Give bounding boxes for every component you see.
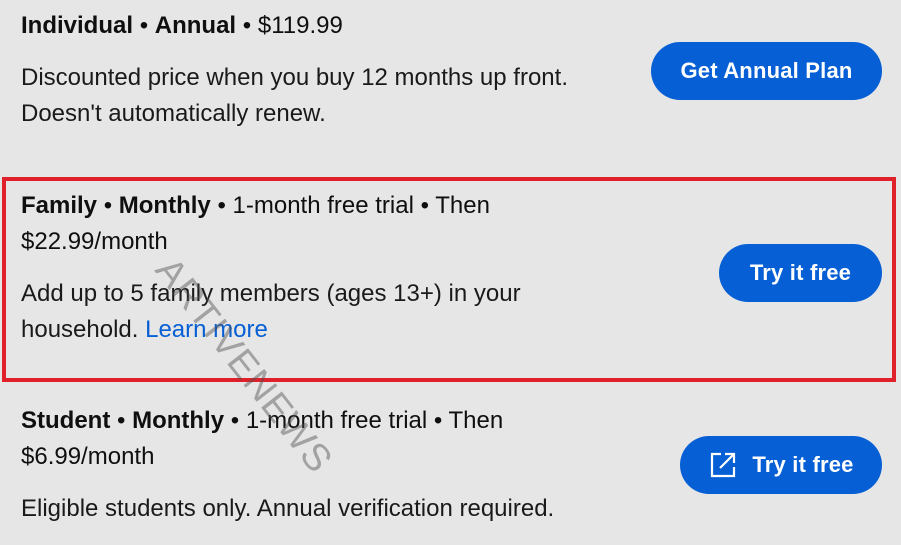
plan-family: Family • Monthly • 1-month free trial • … xyxy=(2,177,896,382)
plan-name: Family xyxy=(21,192,98,219)
external-link-icon xyxy=(708,450,738,480)
plan-individual: Individual • Annual • $119.99 Discounted… xyxy=(0,0,901,160)
plan-period: Monthly xyxy=(132,407,225,434)
family-try-free-button[interactable]: Try it free xyxy=(719,244,882,302)
student-try-free-button[interactable]: Try it free xyxy=(680,436,882,494)
separator: • xyxy=(139,12,149,39)
plan-description: Discounted price when you buy 12 months … xyxy=(21,64,568,127)
plan-description: Eligible students only. Annual verificat… xyxy=(21,495,555,522)
get-annual-plan-button[interactable]: Get Annual Plan xyxy=(651,42,882,100)
separator: • xyxy=(117,407,126,434)
plan-period: Monthly xyxy=(118,192,211,219)
plan-headline: Family • Monthly • 1-month free trial • … xyxy=(21,188,621,260)
plan-name: Individual xyxy=(21,12,134,39)
learn-more-link[interactable]: Learn more xyxy=(145,316,268,343)
plan-description-text: Add up to 5 family members (ages 13+) in… xyxy=(21,280,521,343)
plan-period: Annual xyxy=(154,12,237,39)
separator: • xyxy=(103,192,113,219)
plan-price: $119.99 xyxy=(257,12,343,39)
plan-student: Student • Monthly • 1-month free trial •… xyxy=(0,400,901,545)
plan-headline: Student • Monthly • 1-month free trial •… xyxy=(21,403,621,475)
plan-description: Add up to 5 family members (ages 13+) in… xyxy=(21,276,621,348)
separator: • xyxy=(230,407,240,434)
plan-individual-text: Individual • Annual • $119.99 Discounted… xyxy=(21,8,621,132)
separator: • xyxy=(242,12,252,39)
plan-family-text: Family • Monthly • 1-month free trial • … xyxy=(21,188,621,348)
student-try-free-label: Try it free xyxy=(752,452,854,477)
plan-name: Student xyxy=(21,407,111,434)
plan-headline: Individual • Annual • $119.99 xyxy=(21,8,621,44)
separator: • xyxy=(217,192,226,219)
plan-student-text: Student • Monthly • 1-month free trial •… xyxy=(21,403,621,527)
